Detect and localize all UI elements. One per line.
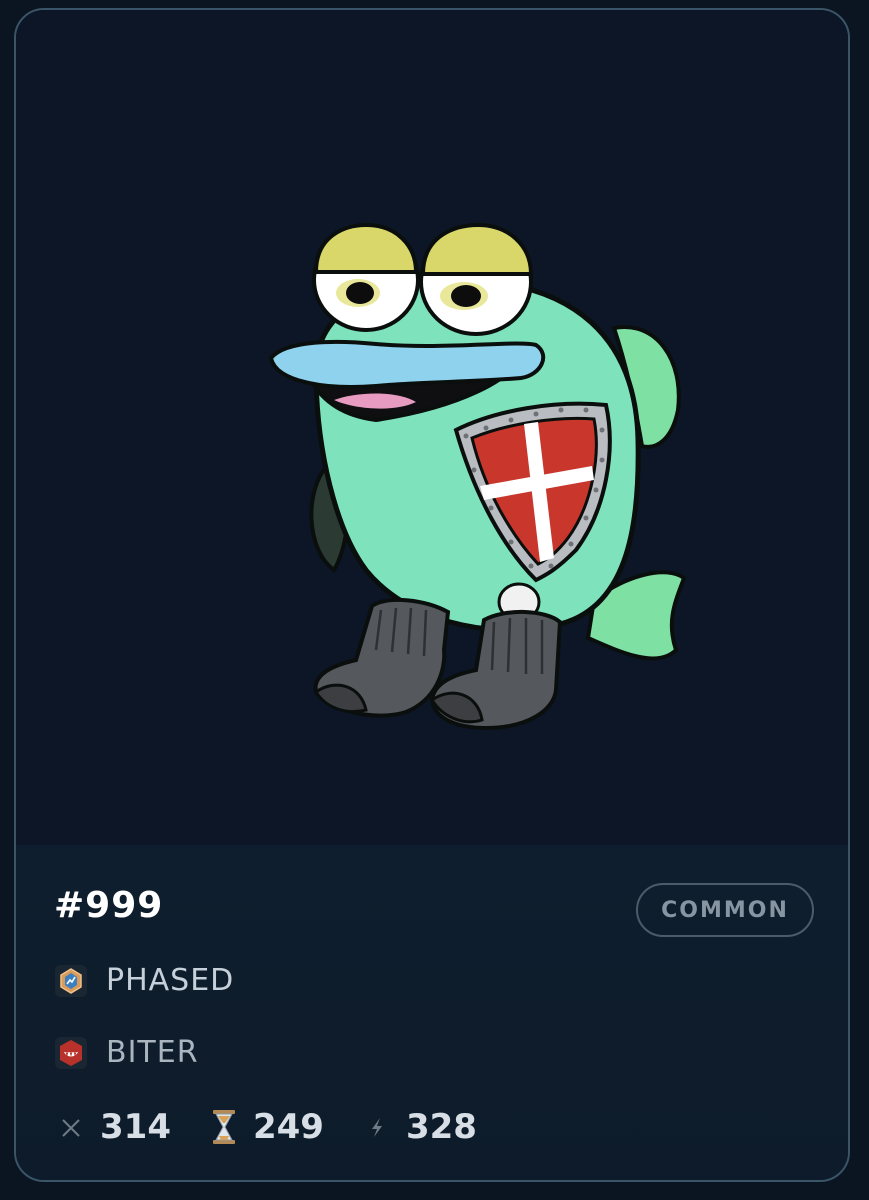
nft-info-panel: #999 COMMON PHASED BITER 314 249 328 — [16, 845, 848, 1180]
nft-card[interactable]: #999 COMMON PHASED BITER 314 249 328 — [14, 8, 850, 1182]
token-id: #999 — [54, 885, 164, 926]
hourglass-icon — [207, 1107, 241, 1147]
fish-illustration — [268, 222, 687, 731]
trait-row-biter: BITER — [54, 1035, 199, 1070]
lightning-icon — [360, 1107, 394, 1147]
crossed-swords-icon — [54, 1107, 88, 1147]
stat-time: 249 — [207, 1107, 324, 1147]
biter-fangs-icon — [54, 1036, 88, 1070]
stat-value: 328 — [405, 1107, 477, 1147]
nft-image — [16, 10, 848, 845]
trait-label: PHASED — [106, 963, 235, 998]
stat-value: 314 — [100, 1107, 171, 1147]
trait-label: BITER — [106, 1035, 199, 1070]
trait-row-phased: PHASED — [54, 963, 234, 998]
stat-attack: 314 — [54, 1107, 171, 1147]
stat-energy: 328 — [360, 1107, 477, 1147]
stats-row: 314 249 328 — [54, 1107, 513, 1147]
rarity-badge: COMMON — [636, 883, 814, 937]
stat-value: 249 — [252, 1107, 324, 1147]
phased-hexagon-icon — [54, 964, 88, 998]
